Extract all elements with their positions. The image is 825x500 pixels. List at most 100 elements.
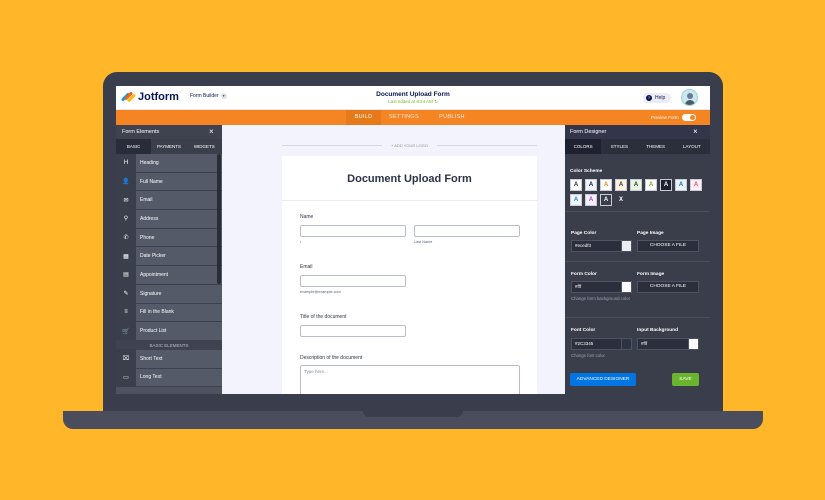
top-header: Jotform Form Builder ▾ Document Upload F… — [116, 86, 710, 110]
close-icon[interactable]: × — [209, 127, 214, 136]
refresh-icon: ↻ — [434, 99, 438, 104]
appointment-icon: ▤ — [116, 265, 136, 285]
sidebar-item-email[interactable]: ✉ Email — [116, 190, 222, 211]
tab-colors[interactable]: COLORS — [565, 139, 602, 154]
sidebar-item-long-text[interactable]: ▭ Long Text — [116, 368, 222, 388]
long-text-icon: ▭ — [116, 368, 136, 387]
preview-form-toggle[interactable] — [681, 114, 696, 121]
page-color-input[interactable]: #ecedf3 — [571, 240, 632, 252]
sidebar-item-label: Appointment — [140, 271, 169, 278]
color-scheme-swatch[interactable]: A — [600, 194, 612, 206]
tab-basic[interactable]: BASIC — [116, 139, 152, 154]
tab-styles[interactable]: STYLES — [601, 139, 637, 154]
sidebar-item-label: Short Text — [140, 355, 163, 362]
color-scheme-swatch[interactable]: A — [660, 179, 672, 191]
tab-themes[interactable]: THEMES — [638, 139, 674, 154]
tab-payments[interactable]: PAYMENTS — [151, 139, 186, 154]
description-textarea[interactable]: Type here... — [300, 365, 520, 394]
font-color-input[interactable]: #2C3345 — [571, 338, 632, 350]
sidebar-item-phone[interactable]: ✆ Phone — [116, 228, 222, 248]
sidebar-item-signature[interactable]: ✎ Signature — [116, 284, 222, 304]
email-input[interactable] — [300, 275, 406, 287]
save-button[interactable]: SAVE — [672, 373, 699, 386]
font-color-label: Font Color — [571, 328, 596, 333]
color-scheme-swatch[interactable]: A — [630, 179, 642, 191]
email-icon: ✉ — [116, 190, 136, 210]
form-elements-tabs: BASIC PAYMENTS WIDGETS — [116, 139, 222, 154]
last-name-sublabel: Last Name — [414, 240, 433, 244]
page-color-swatch[interactable] — [621, 241, 631, 251]
sidebar-item-appointment[interactable]: ▤ Appointment — [116, 265, 222, 285]
color-scheme-swatch[interactable]: A — [645, 179, 657, 191]
color-scheme-swatch[interactable]: A — [690, 179, 702, 191]
document-title[interactable]: Document Upload Form — [116, 91, 710, 98]
form-color-value: #fff — [575, 284, 582, 289]
first-name-input[interactable] — [300, 225, 406, 237]
page-color-value: #ecedf3 — [575, 243, 592, 248]
form-card: Document Upload Form Name i Last Name Em… — [282, 156, 537, 394]
input-background-input[interactable]: #fff — [637, 338, 699, 350]
sidebar-item-product-list[interactable]: 🛒 Product List — [116, 321, 222, 341]
tab-settings[interactable]: SETTINGS — [384, 110, 424, 125]
sidebar-item-fill-in-the-blank[interactable]: ≡ Fill in the Blank — [116, 303, 222, 323]
avatar[interactable] — [681, 89, 698, 106]
email-label: Email — [300, 264, 313, 270]
form-color-swatch[interactable] — [621, 282, 631, 292]
signature-icon: ✎ — [116, 284, 136, 303]
divider — [282, 200, 537, 201]
sidebar-item-date-picker[interactable]: ▦ Date Picker — [116, 246, 222, 267]
form-color-hint: Change form background color — [571, 296, 630, 301]
help-button[interactable]: ? Help — [643, 93, 671, 103]
email-sublabel: example@example.com — [300, 290, 341, 294]
sidebar-item-short-text[interactable]: ⌧ Short Text — [116, 349, 222, 369]
input-background-value: #fff — [641, 341, 648, 346]
preview-form-control: Preview Form — [651, 114, 696, 121]
color-scheme-swatch[interactable]: A — [585, 194, 597, 206]
phone-icon: ✆ — [116, 228, 136, 247]
page-color-label: Page Color — [571, 231, 597, 236]
form-elements-list: H Heading 👤 Full Name ✉ Email ⚲ Address ✆ Phone ▦ D… — [116, 153, 222, 388]
clear-scheme-icon[interactable]: X — [615, 194, 627, 206]
color-scheme-swatch[interactable]: A — [615, 179, 627, 191]
cart-icon: 🛒 — [116, 321, 136, 341]
first-name-sublabel: i — [300, 240, 301, 244]
sidebar-item-label: Full Name — [140, 178, 163, 185]
heading-icon: H — [116, 153, 136, 173]
font-color-swatch[interactable] — [621, 339, 631, 349]
color-scheme-swatch[interactable]: A — [570, 179, 582, 191]
scrollbar[interactable] — [217, 154, 221, 284]
tab-build[interactable]: BUILD — [346, 110, 381, 125]
sidebar-item-label: Address — [140, 215, 159, 222]
add-logo-link[interactable]: + ADD YOUR LOGO — [282, 143, 537, 148]
preview-form-label: Preview Form — [651, 115, 679, 120]
color-scheme-swatch[interactable]: A — [585, 179, 597, 191]
color-scheme-swatch[interactable]: A — [675, 179, 687, 191]
sidebar-item-label: Signature — [140, 290, 162, 297]
sidebar-item-heading[interactable]: H Heading — [116, 153, 222, 173]
sidebar-item-address[interactable]: ⚲ Address — [116, 209, 222, 229]
document-title-input[interactable] — [300, 325, 406, 337]
sidebar-item-full-name[interactable]: 👤 Full Name — [116, 172, 222, 192]
tab-layout[interactable]: LAYOUT — [674, 139, 710, 154]
input-background-swatch[interactable] — [688, 339, 698, 349]
color-scheme-swatch[interactable]: A — [570, 194, 582, 206]
color-scheme-swatches: AAAAAAAAAAAAX — [570, 179, 705, 206]
close-icon[interactable]: × — [693, 127, 698, 136]
page-image-choose-button[interactable]: CHOOSE A FILE — [637, 240, 699, 252]
form-elements-header: Form Elements × — [116, 125, 222, 139]
advanced-designer-button[interactable]: ADVANCED DESIGNER — [570, 373, 636, 386]
form-canvas: + ADD YOUR LOGO Document Upload Form Nam… — [222, 125, 565, 394]
form-elements-panel: Form Elements × BASIC PAYMENTS WIDGETS H… — [116, 125, 222, 394]
input-background-label: Input Background — [637, 328, 679, 333]
tab-publish[interactable]: PUBLISH — [432, 110, 472, 125]
sidebar-item-label: Fill in the Blank — [140, 309, 174, 316]
tab-widgets[interactable]: WIDGETS — [187, 139, 222, 154]
last-name-input[interactable] — [414, 225, 520, 237]
last-edited-status: Last edited at 8:24 AM ↻ — [116, 99, 710, 105]
sidebar-item-label: Phone — [140, 234, 155, 241]
form-title[interactable]: Document Upload Form — [282, 173, 537, 185]
form-color-input[interactable]: #fff — [571, 281, 632, 293]
form-image-choose-button[interactable]: CHOOSE A FILE — [637, 281, 699, 293]
divider — [565, 317, 710, 318]
color-scheme-swatch[interactable]: A — [600, 179, 612, 191]
